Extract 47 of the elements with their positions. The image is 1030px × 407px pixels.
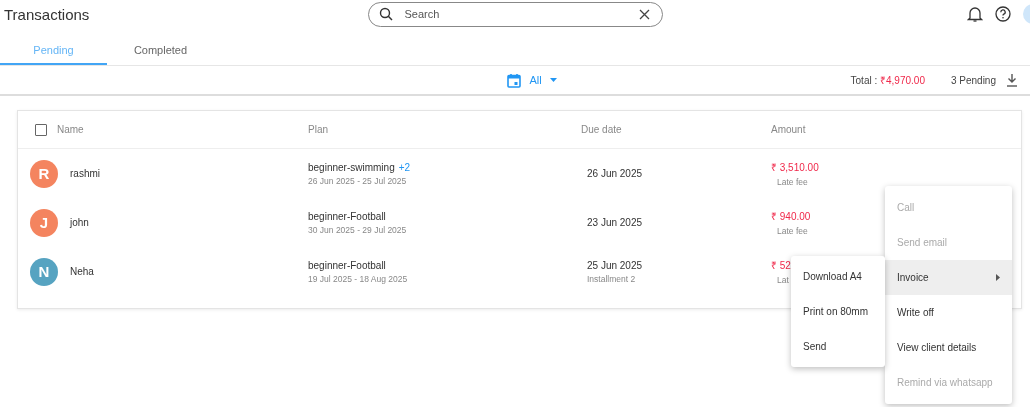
calendar-icon bbox=[507, 72, 522, 88]
menu-item[interactable]: Download A4 bbox=[791, 259, 885, 294]
help-icon[interactable] bbox=[995, 6, 1011, 22]
amount: ₹ 52 bbox=[771, 259, 791, 272]
menu-item[interactable]: Print on 80mm bbox=[791, 294, 885, 329]
avatar: R bbox=[30, 159, 58, 188]
due-date: 23 Jun 2025 bbox=[587, 217, 643, 228]
fee-label: Lat bbox=[776, 275, 789, 285]
page-title: Transactions bbox=[3, 5, 91, 23]
menu-item[interactable]: Send bbox=[791, 329, 885, 364]
due-date: 25 Jun 2025 bbox=[587, 259, 643, 271]
submenu-arrow-icon bbox=[996, 274, 1000, 281]
close-icon[interactable] bbox=[638, 8, 650, 20]
menu-item[interactable]: Write off bbox=[885, 295, 1012, 330]
plan-period: 26 Jun 2025 - 25 Jul 2025 bbox=[308, 175, 407, 186]
due-date: 26 Jun 2025 bbox=[587, 168, 643, 179]
fee-label: Late fee bbox=[776, 177, 808, 187]
plan-name: beginner-Football bbox=[308, 259, 386, 271]
avatar: J bbox=[30, 208, 58, 237]
plan-period: 30 Jun 2025 - 29 Jul 2025 bbox=[308, 224, 407, 235]
avatar: N bbox=[30, 257, 58, 286]
installment-label: Installment 2 bbox=[587, 273, 636, 284]
select-all-checkbox[interactable] bbox=[35, 123, 47, 136]
amount: ₹ 3,510.00 bbox=[771, 161, 819, 174]
column-header: Plan bbox=[308, 124, 328, 135]
menu-item[interactable]: Invoice bbox=[885, 260, 1012, 295]
tab[interactable]: Completed bbox=[107, 36, 214, 65]
caret-icon bbox=[549, 78, 557, 82]
client-name: john bbox=[70, 217, 89, 228]
bell-icon[interactable] bbox=[967, 5, 983, 23]
column-header: Amount bbox=[771, 124, 806, 135]
search-icon bbox=[378, 7, 393, 21]
download-icon[interactable] bbox=[1006, 73, 1018, 87]
menu-item[interactable]: View client details bbox=[885, 330, 1012, 365]
column-header: Due date bbox=[581, 124, 622, 135]
plan-name: beginner-swimming bbox=[308, 161, 395, 173]
date-filter[interactable]: All bbox=[473, 72, 557, 88]
search-field[interactable]: Search bbox=[400, 8, 631, 20]
amount: ₹ 940.00 bbox=[771, 210, 811, 223]
total-amount: Total : ₹4,970.00 bbox=[850, 74, 925, 87]
plan-name: beginner-Football bbox=[308, 210, 386, 222]
pending-count: 3 Pending bbox=[950, 74, 996, 86]
client-name: Neha bbox=[70, 266, 94, 277]
client-name: rashmi bbox=[70, 168, 100, 179]
plan-period: 19 Jul 2025 - 18 Aug 2025 bbox=[308, 273, 408, 284]
fee-label: Late fee bbox=[776, 226, 808, 236]
column-header: Name bbox=[57, 124, 84, 135]
